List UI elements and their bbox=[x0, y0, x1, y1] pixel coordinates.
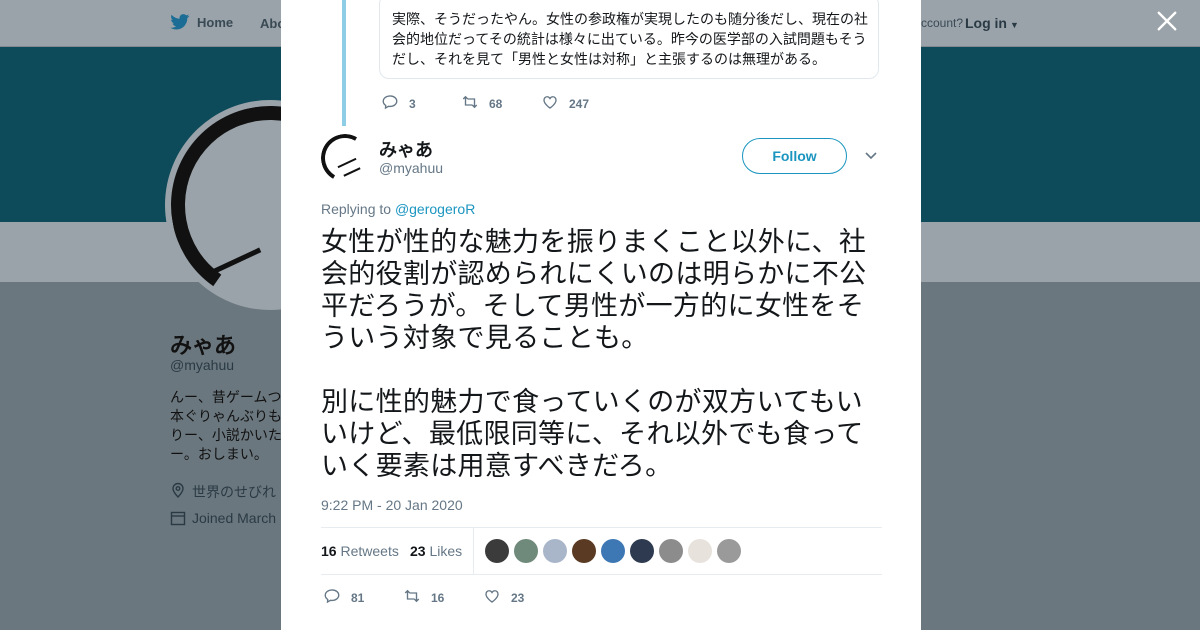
close-icon[interactable] bbox=[1154, 10, 1180, 36]
profile-bio: んー、昔ゲームつ 本ぐりゃんぶりも りー、小説かいた ー。おしまい。 bbox=[170, 389, 282, 462]
profile-location: 世界のせびれ bbox=[170, 482, 276, 502]
tweet-stats: 16 Retweets 23 Likes bbox=[321, 527, 882, 575]
replying-prefix: Replying to bbox=[321, 201, 392, 217]
reply-button[interactable]: 3 bbox=[381, 93, 461, 114]
liker-avatar[interactable] bbox=[514, 539, 538, 563]
joined-text: Joined March bbox=[192, 510, 277, 526]
like-icon bbox=[541, 93, 559, 114]
like-count: 247 bbox=[569, 96, 590, 111]
login-label: Log in bbox=[965, 15, 1007, 31]
reply-icon bbox=[323, 587, 341, 608]
twitter-bird-icon bbox=[170, 14, 190, 30]
liker-avatar[interactable] bbox=[630, 539, 654, 563]
previous-tweet-text: 実際、そうだったやん。女性の参政権が実現したのも随分後だし、現在の社会的地位だっ… bbox=[392, 11, 868, 67]
like-count: 23 bbox=[511, 590, 525, 605]
chevron-down-icon[interactable] bbox=[864, 148, 878, 162]
author-avatar[interactable] bbox=[321, 134, 369, 182]
chevron-down-icon: ▼ bbox=[1010, 20, 1019, 30]
retweet-button[interactable]: 16 bbox=[403, 587, 483, 608]
retweet-icon bbox=[403, 587, 421, 608]
tweet-text: 女性が性的な魅力を振りまくこと以外に、社会的役割が認められにくいのは明らかに不公… bbox=[321, 227, 867, 481]
retweet-button[interactable]: 68 bbox=[461, 93, 541, 114]
previous-tweet-actions: 3 68 247 bbox=[381, 93, 621, 114]
liker-avatar[interactable] bbox=[659, 539, 683, 563]
stats-divider bbox=[473, 528, 474, 574]
tweet-actions: 81 16 23 bbox=[323, 587, 563, 608]
like-button[interactable]: 23 bbox=[483, 587, 563, 608]
likes-stat-count: 23 bbox=[410, 543, 426, 559]
location-text: 世界のせびれ bbox=[192, 484, 276, 500]
like-icon bbox=[483, 587, 501, 608]
retweets-stat[interactable]: 16 Retweets bbox=[321, 543, 399, 559]
profile-joined: Joined March bbox=[170, 510, 276, 529]
reply-count: 3 bbox=[409, 96, 416, 111]
liker-avatar[interactable] bbox=[601, 539, 625, 563]
location-icon bbox=[170, 482, 186, 502]
likes-stat-label: Likes bbox=[429, 543, 463, 559]
liker-avatar[interactable] bbox=[543, 539, 567, 563]
liker-avatar[interactable] bbox=[485, 539, 509, 563]
follow-button[interactable]: Follow bbox=[742, 138, 847, 174]
retweet-count: 68 bbox=[489, 96, 503, 111]
previous-tweet-text-card[interactable]: 実際、そうだったやん。女性の参政権が実現したのも随分後だし、現在の社会的地位だっ… bbox=[379, 0, 879, 79]
nav-home-label: Home bbox=[197, 14, 234, 30]
retweets-stat-count: 16 bbox=[321, 543, 337, 559]
profile-name: みゃあ bbox=[170, 333, 237, 358]
likes-stat[interactable]: 23 Likes bbox=[410, 543, 462, 559]
liker-avatar[interactable] bbox=[688, 539, 712, 563]
reply-icon bbox=[381, 93, 399, 114]
likers-avatars bbox=[485, 539, 741, 563]
author-name[interactable]: みゃあ bbox=[379, 136, 433, 162]
nav-home-link[interactable]: Home bbox=[170, 14, 233, 30]
replying-to: Replying to @gerogeroR bbox=[321, 201, 475, 217]
like-button[interactable]: 247 bbox=[541, 93, 621, 114]
login-link[interactable]: Log in ▼ bbox=[965, 15, 1019, 31]
replying-to-link[interactable]: @gerogeroR bbox=[395, 201, 475, 217]
profile-handle: @myahuu bbox=[170, 357, 235, 373]
calendar-icon bbox=[170, 510, 186, 529]
retweets-stat-label: Retweets bbox=[340, 543, 399, 559]
liker-avatar[interactable] bbox=[572, 539, 596, 563]
account-prompt: ccount? bbox=[921, 16, 964, 30]
tweet-modal: 実際、そうだったやん。女性の参政権が実現したのも随分後だし、現在の社会的地位だっ… bbox=[281, 0, 921, 630]
liker-avatar[interactable] bbox=[717, 539, 741, 563]
reply-count: 81 bbox=[351, 590, 365, 605]
retweet-icon bbox=[461, 93, 479, 114]
author-handle[interactable]: @myahuu bbox=[379, 160, 443, 176]
retweet-count: 16 bbox=[431, 590, 445, 605]
tweet-timestamp[interactable]: 9:22 PM - 20 Jan 2020 bbox=[321, 497, 463, 513]
reply-button[interactable]: 81 bbox=[323, 587, 403, 608]
thread-connector bbox=[342, 0, 346, 126]
